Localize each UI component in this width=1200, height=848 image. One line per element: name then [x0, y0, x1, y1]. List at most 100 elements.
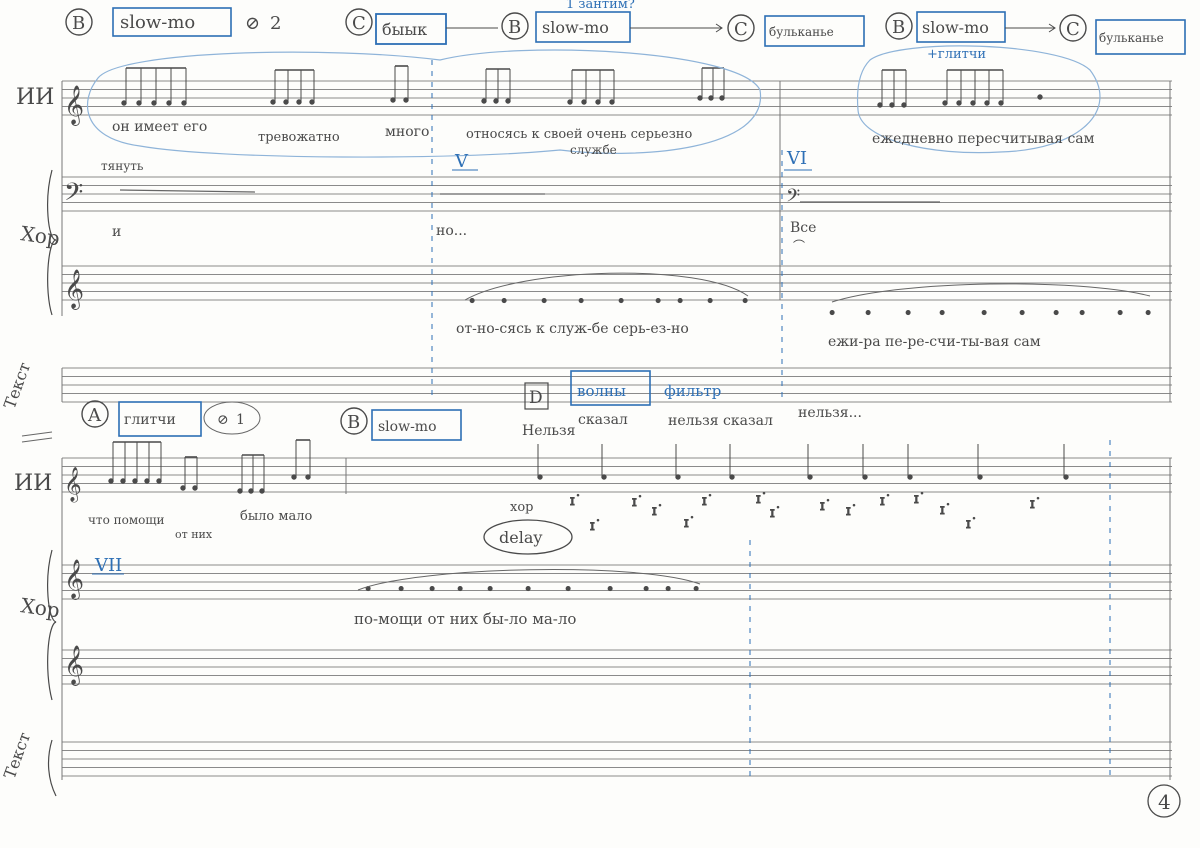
treble-clef-icon: 𝄞: [64, 467, 82, 503]
note-dot: •: [577, 294, 585, 310]
cue-c3-label: бульканье: [1099, 31, 1164, 45]
ii-lyric-4: относясь к своей очень серьезно: [466, 127, 692, 142]
note-dot: •: [1052, 306, 1060, 322]
cue-b1-aux-glyph: ⊘: [245, 13, 260, 34]
cue-d-extra: фильтр: [664, 382, 721, 400]
choir-syllable-2: но...: [436, 223, 467, 239]
note-dot: •: [564, 582, 572, 598]
score-sheet: • • • • • • • • •• • • • • • • • • •ɪ˙ɪ˙ɪ˙ɪ˙ɪ˙ɪ˙ ɪ˙ɪ˙ ɪ˙ ɪ˙ɪ…: [0, 0, 1186, 818]
delay-label: delay: [499, 528, 542, 547]
note-dot: •: [664, 582, 672, 598]
rehearsal-vii: VII: [94, 555, 122, 576]
treble-clef-icon: 𝄞: [64, 85, 84, 126]
note-dot: ɪ˙: [702, 493, 713, 509]
note-dot: •: [540, 294, 548, 310]
cue-b3-note: +глитчи: [927, 47, 986, 62]
cue-b1-aux: 2: [270, 13, 281, 34]
note-dot: •: [654, 294, 662, 310]
page-number: 4: [1158, 790, 1171, 814]
label-choir-1: Хор: [19, 221, 61, 250]
cue-c2-letter: C: [734, 19, 748, 40]
note-dot: ɪ˙: [756, 491, 767, 507]
choir-syllable-1: и: [112, 224, 121, 240]
note-dot: •: [642, 582, 650, 598]
cue-a-aux-circle: [203, 401, 261, 435]
note-dot: ɪ˙: [770, 505, 781, 521]
note-dot: ɪ˙: [846, 503, 857, 519]
note-dot: •: [1078, 306, 1086, 322]
rehearsal-vi: VI: [786, 148, 807, 169]
cue-b2-label: slow-mo: [542, 18, 609, 37]
cue-a-aux-glyph: ⊘: [217, 412, 229, 428]
score-page: • • • • • • • • • • • • • • • • • • • ɪ˙ ɪ˙ ɪ˙ ɪ˙ ɪ˙ ɪ˙ ɪ˙ ɪ˙ ɪ˙ ɪ˙ ɪ…: [0, 0, 1200, 848]
cue-c2-label: бульканье: [769, 25, 834, 39]
note-dot: •: [456, 582, 464, 598]
note-dot: •: [1116, 306, 1124, 322]
fermata-icon: ⌒: [793, 239, 805, 253]
label-ii-2: ИИ: [14, 471, 52, 496]
lower-lyric-3: по-мощи от них бы-ло ма-ло: [354, 610, 576, 628]
note-dot: ɪ˙: [632, 494, 643, 510]
cue-b3-letter: B: [892, 17, 905, 38]
ii-lyric-2: тревожатно: [258, 130, 340, 145]
phrase-2: сказал: [578, 412, 628, 428]
note-dot: •: [980, 306, 988, 322]
note-dot: ɪ˙: [914, 491, 925, 507]
note-dot: •: [364, 582, 372, 598]
cue-a-letter: A: [87, 405, 102, 426]
note-dot: •: [864, 306, 872, 322]
treble-clef-icon: 𝄞: [64, 559, 84, 600]
note-dot: ɪ˙: [570, 493, 581, 509]
note-dot: ɪ˙: [590, 518, 601, 534]
held-line-1: [119, 189, 256, 193]
note-dot: •: [692, 582, 700, 598]
note-dot: •: [904, 306, 912, 322]
note-dot: ɪ˙: [966, 516, 977, 532]
note-dot: •: [676, 294, 684, 310]
cue-b1-label: slow-mo: [120, 12, 195, 33]
ii2-lyric-1: что помощи: [88, 513, 165, 527]
cue-b2-note: 1 зантим?: [566, 0, 635, 12]
ii-lyric-1: он имеет его: [112, 119, 207, 135]
bass-clef-icon: 𝄢: [64, 178, 83, 213]
lower-lyric-1: от-но-сясь к служ-бе серь-ез-но: [456, 321, 689, 337]
note-dot: ɪ˙: [684, 515, 695, 531]
note-dot: •: [617, 294, 625, 310]
cue-a-aux: 1: [236, 412, 245, 428]
cue-b-label: slow-mo: [378, 419, 437, 435]
system-divider: [21, 431, 53, 437]
treble-clef-icon: 𝄞: [64, 645, 84, 686]
rehearsal-v: V: [454, 151, 469, 172]
choir-direction: тянуть: [101, 159, 144, 173]
cue-c1-letter: C: [352, 13, 366, 34]
note-dot: •: [1144, 306, 1152, 322]
note-dot: ɪ˙: [940, 502, 951, 518]
label-ii-1: ИИ: [16, 85, 54, 110]
note-dot: ɪ˙: [880, 493, 891, 509]
cue-b3-label: slow-mo: [922, 18, 989, 37]
slur-2: [831, 283, 1151, 303]
lower-lyric-2: ежи-ра пе-ре-счи-ты-вая сам: [828, 334, 1041, 350]
note-dot: •: [486, 582, 494, 598]
cue-d-letter: D: [529, 388, 543, 408]
ii-lyric-5: ежедневно пересчитывая сам: [872, 131, 1095, 147]
phrase-4: нельзя...: [798, 405, 862, 421]
phrase-1: Нельзя: [522, 423, 576, 439]
cue-c1-label: быык: [382, 20, 427, 39]
ii-lyric-3: много: [385, 124, 429, 140]
bass-clef-icon: 𝄢: [786, 186, 800, 211]
note-dot: ɪ˙: [652, 503, 663, 519]
cue-b2-letter: B: [508, 17, 521, 38]
note-dot: ɪ˙: [820, 498, 831, 514]
note-dot: ɪ˙: [1030, 496, 1041, 512]
cue-b-letter: B: [347, 412, 360, 433]
note-dot: •: [706, 294, 714, 310]
note-dot: •: [500, 294, 508, 310]
note-dot: •: [828, 306, 836, 322]
note-dot: •: [397, 582, 405, 598]
note-dot: •: [1018, 306, 1026, 322]
choir-syllable-3: Все: [790, 220, 816, 236]
choir-brace-2: [47, 549, 57, 701]
cue-c3-letter: C: [1066, 19, 1080, 40]
ii2-lyric-2: было мало: [240, 509, 313, 524]
